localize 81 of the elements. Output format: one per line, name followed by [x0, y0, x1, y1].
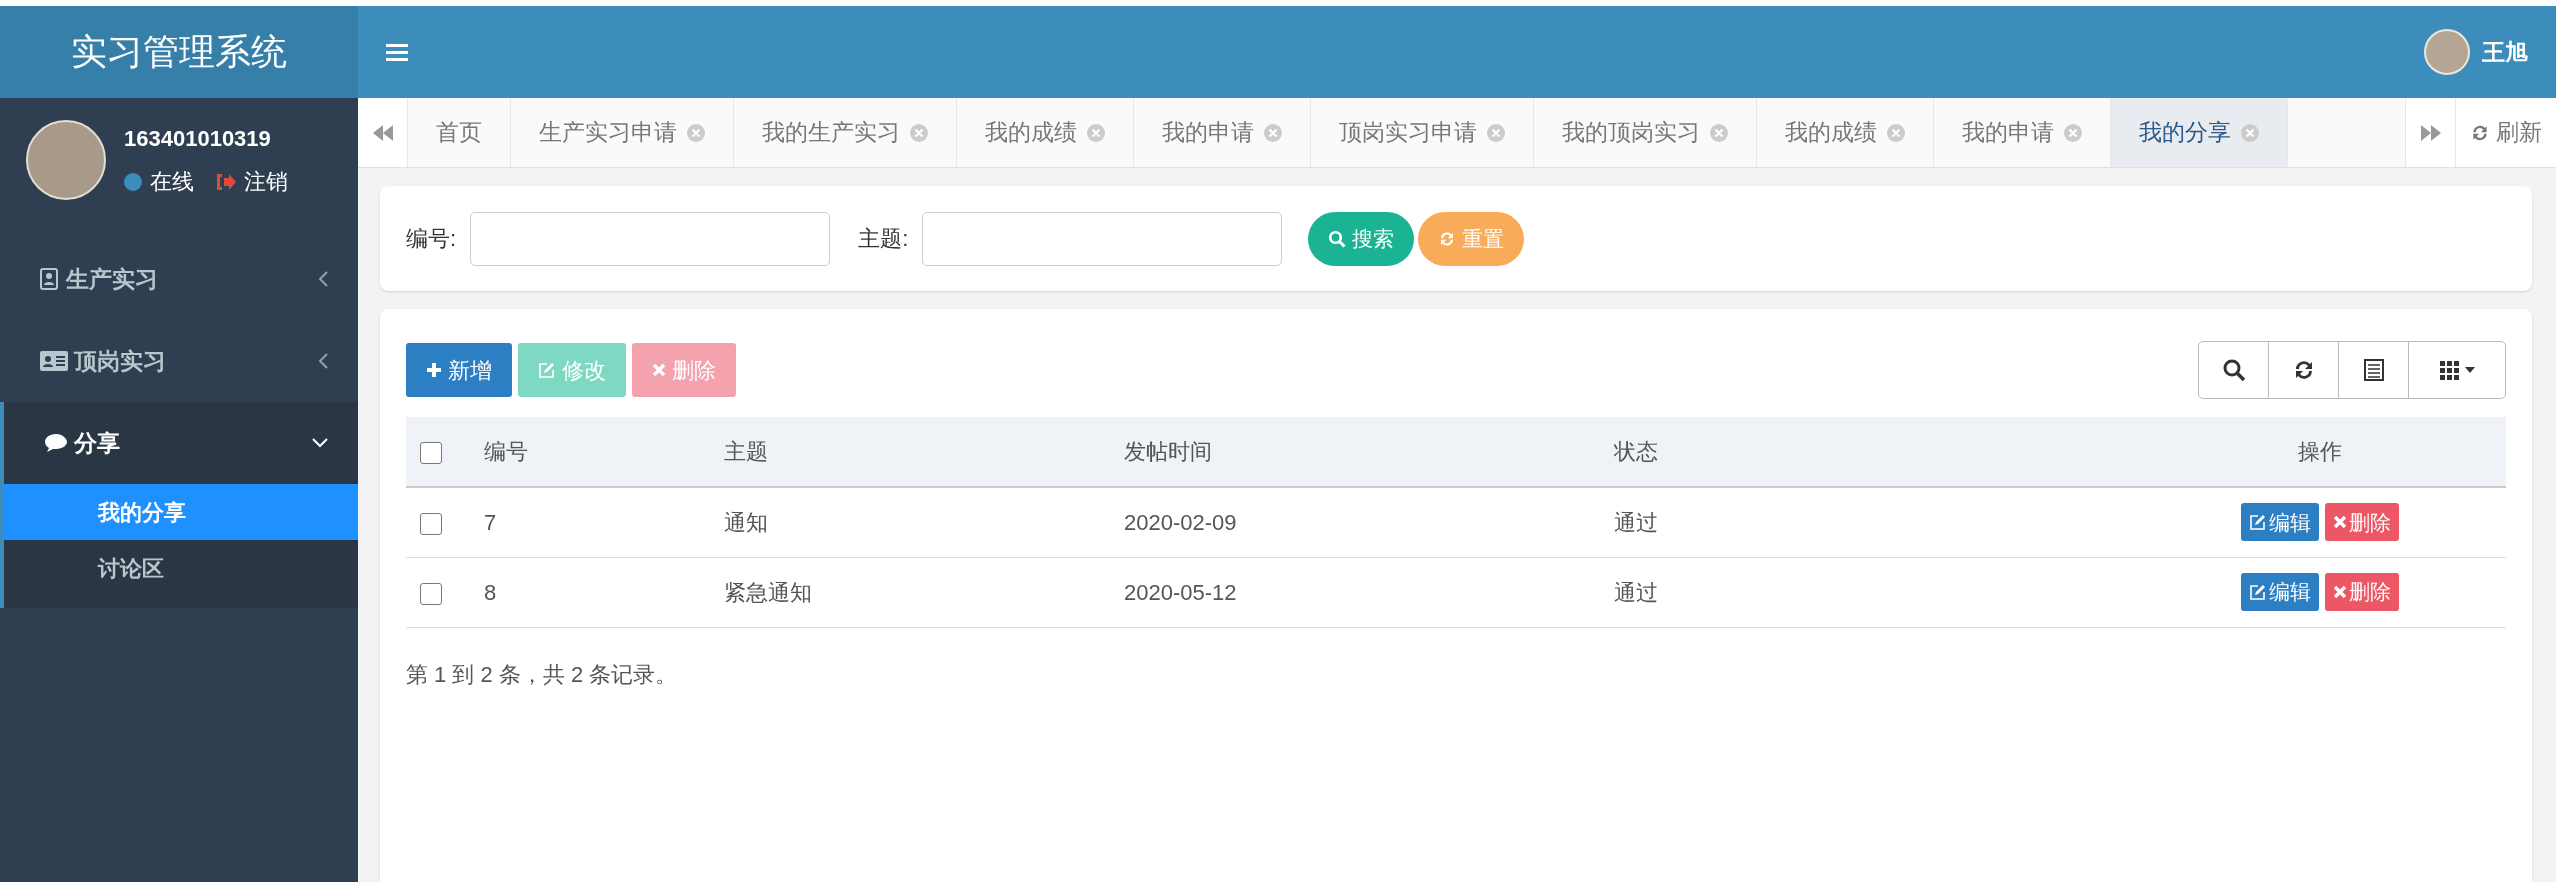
scroll-right-button[interactable] [2405, 98, 2455, 167]
column-header: 主题 [724, 417, 1124, 487]
submenu-item[interactable]: 讨论区 [4, 540, 358, 596]
logout-icon [214, 171, 236, 192]
delete-button[interactable]: 删除 [2325, 503, 2399, 542]
add-button[interactable]: 新增 [406, 343, 512, 397]
tab[interactable]: 首页 [408, 98, 511, 167]
grid-icon [2439, 360, 2459, 380]
tab[interactable]: 我的成绩 [1757, 98, 1934, 167]
menu-item[interactable]: 生产实习 [0, 238, 358, 320]
table-cell: 通过 [1614, 487, 2134, 557]
list-icon [2361, 358, 2386, 382]
tab[interactable]: 我的申请 [1134, 98, 1311, 167]
table-cell: 8 [484, 557, 724, 627]
id-card-icon [40, 351, 68, 371]
edit-icon [538, 361, 556, 379]
table-cell: 2020-05-12 [1124, 557, 1614, 627]
online-status: 在线 [150, 168, 194, 196]
checkbox[interactable] [420, 582, 442, 605]
tab[interactable]: 我的成绩 [957, 98, 1134, 167]
close-icon[interactable] [2241, 123, 2259, 142]
speech-bubble-icon [44, 433, 68, 453]
close-icon[interactable] [2064, 123, 2082, 142]
user-name[interactable]: 王旭 [2482, 34, 2528, 70]
user-id: 163401010319 [124, 125, 272, 153]
avatar [2424, 29, 2470, 75]
close-icon[interactable] [687, 123, 705, 142]
field-label: 主题: [858, 225, 909, 253]
edit-icon [2249, 513, 2267, 532]
menu-icon[interactable] [386, 43, 408, 61]
checkbox[interactable] [420, 512, 442, 535]
double-left-arrow-icon [371, 123, 394, 142]
close-icon[interactable] [1887, 123, 1905, 142]
submenu-item[interactable]: 我的分享 [4, 484, 358, 540]
cross-icon [652, 363, 666, 377]
column-header: 状态 [1614, 417, 2134, 487]
app-title: 实习管理系统 [71, 30, 287, 74]
cross-icon [2333, 515, 2347, 530]
close-icon[interactable] [1264, 123, 1282, 142]
chevron-left-icon [318, 353, 328, 369]
close-icon[interactable] [910, 123, 928, 142]
column-header: 编号 [484, 417, 724, 487]
edit-icon [2249, 583, 2267, 601]
delete-button[interactable]: 删除 [2325, 573, 2399, 611]
field-label: 编号: [406, 225, 457, 253]
double-right-arrow-icon [2419, 123, 2442, 142]
table-cell: 通知 [724, 487, 1124, 557]
table-cell: 2020-02-09 [1124, 487, 1614, 557]
pagination-info: 第 1 到 2 条，共 2 条记录。 [406, 660, 679, 689]
tab[interactable]: 顶岗实习申请 [1311, 98, 1534, 167]
refresh-button[interactable]: 刷新 [2455, 98, 2556, 167]
logout-link[interactable]: 注销 [244, 165, 288, 198]
search-icon [2221, 358, 2246, 382]
chevron-down-icon [312, 438, 328, 448]
tab[interactable]: 我的分享 [2111, 98, 2288, 167]
tab[interactable]: 我的生产实习 [734, 98, 957, 167]
search-icon [1328, 229, 1347, 248]
edit-button[interactable]: 编辑 [2241, 573, 2319, 611]
table-cell: 紧急通知 [724, 557, 1124, 627]
contact-card-icon [40, 268, 60, 290]
menu-item[interactable]: 顶岗实习 [0, 320, 358, 402]
search-button[interactable]: 搜索 [1308, 211, 1415, 266]
checkbox[interactable] [420, 442, 442, 465]
plus-icon [426, 362, 442, 378]
scroll-left-button[interactable] [358, 98, 408, 167]
table-cell: 通过 [1614, 557, 2134, 627]
input-field[interactable] [922, 211, 1283, 266]
close-icon[interactable] [1087, 123, 1105, 142]
column-header: 操作 [2134, 417, 2506, 487]
close-icon[interactable] [1487, 123, 1505, 142]
tab[interactable]: 生产实习申请 [511, 98, 734, 167]
tab[interactable]: 我的顶岗实习 [1534, 98, 1757, 167]
column-header: 发帖时间 [1124, 417, 1614, 487]
close-icon[interactable] [1710, 123, 1728, 142]
chevron-left-icon [318, 271, 328, 287]
edit-button[interactable]: 编辑 [2241, 503, 2319, 542]
cross-icon [2333, 585, 2347, 599]
input-field[interactable] [470, 211, 831, 266]
caret-icon [2464, 367, 2475, 373]
menu-item[interactable]: 分享 [4, 402, 358, 484]
table-cell: 7 [484, 487, 724, 557]
